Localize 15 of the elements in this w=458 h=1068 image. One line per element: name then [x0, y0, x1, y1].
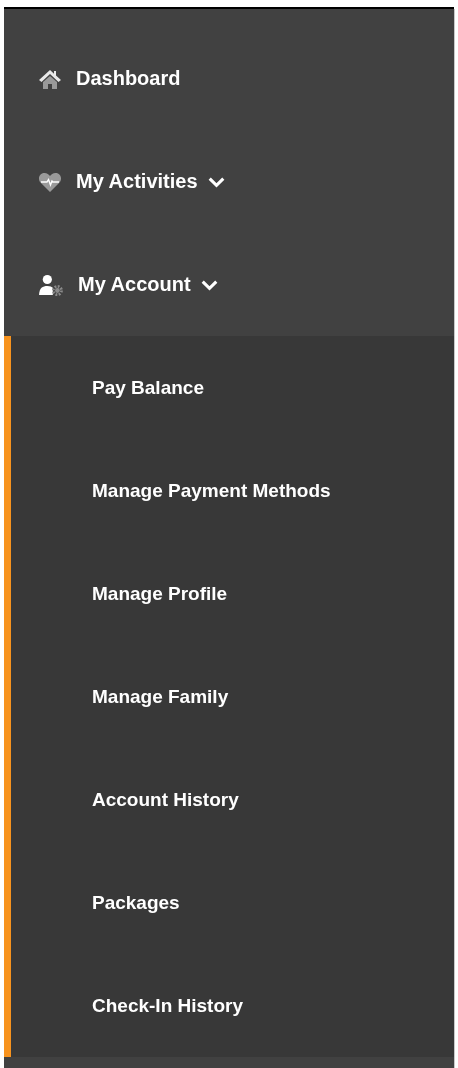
- submenu-item[interactable]: Pay Balance: [11, 336, 212, 439]
- menu-group[interactable]: My Account: [4, 233, 224, 336]
- menu-item[interactable]: Dashboard: [4, 27, 187, 130]
- submenu-item[interactable]: Account History: [11, 748, 247, 851]
- menu-group[interactable]: My Activities: [4, 130, 231, 233]
- submenu-item[interactable]: Manage Profile: [11, 542, 236, 645]
- submenu-item[interactable]: Manage Payment Methods: [11, 439, 339, 542]
- chevron-down-icon: [200, 278, 218, 291]
- submenu-item[interactable]: Check-In History: [11, 954, 251, 1057]
- submenu-item[interactable]: Packages: [11, 851, 188, 954]
- chevron-down-icon: [207, 175, 225, 188]
- user-gear-icon: [38, 273, 64, 296]
- heart-pulse-icon: [38, 170, 62, 193]
- submenu-item[interactable]: Manage Family: [11, 645, 237, 748]
- home-icon: [38, 67, 62, 90]
